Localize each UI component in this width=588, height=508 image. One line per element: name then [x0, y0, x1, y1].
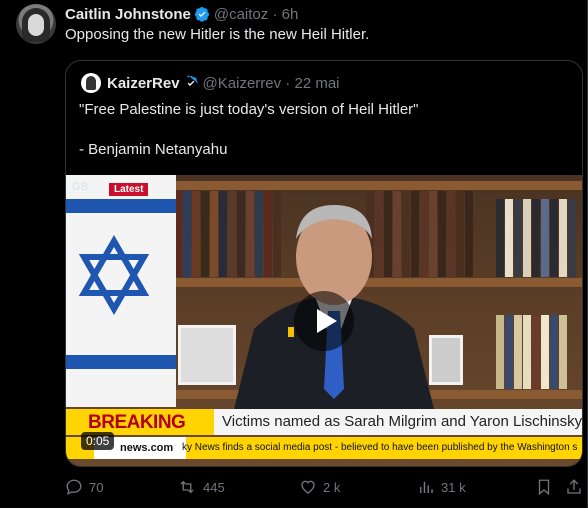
play-button[interactable]: [294, 291, 354, 351]
reply-button[interactable]: 70: [65, 478, 103, 496]
separator-dot: ·: [281, 74, 295, 92]
separator-dot: ·: [268, 5, 282, 23]
author-avatar[interactable]: [16, 4, 56, 44]
repost-icon: [180, 480, 194, 494]
share-button[interactable]: [565, 478, 588, 496]
verified-badge-icon: [186, 75, 198, 86]
quoted-header: KaizerRev @Kaizerrev · 22 mai: [81, 73, 340, 93]
avatar-face: [28, 14, 44, 36]
share-icon: [567, 479, 581, 494]
quoted-handle[interactable]: @Kaizerrev: [203, 75, 282, 92]
quoted-avatar: [81, 73, 101, 93]
quoted-tweet[interactable]: KaizerRev @Kaizerrev · 22 mai "Free Pale…: [65, 60, 583, 467]
author-name[interactable]: Caitlin Johnstone: [65, 6, 191, 23]
like-button[interactable]: 2 k: [299, 478, 340, 496]
analytics-icon: [420, 481, 433, 493]
breaking-headline: Victims named as Sarah Milgrim and Yaron…: [222, 413, 582, 430]
video-player[interactable]: GB Latest BREAKING NEWS Victims named as…: [66, 175, 582, 466]
tweet-time[interactable]: 6h: [282, 6, 299, 23]
channel-logo: GB: [72, 181, 89, 193]
repost-button[interactable]: 445: [177, 478, 225, 496]
israeli-flag: [66, 175, 176, 407]
reply-count: 70: [89, 479, 104, 495]
quoted-time[interactable]: 22 mai: [294, 75, 339, 92]
repost-count: 445: [203, 479, 225, 495]
shelf-board: [171, 181, 582, 190]
heart-icon: [301, 480, 315, 494]
star-of-david-icon: [78, 235, 150, 315]
ticker-text: ky News finds a social media post - beli…: [182, 442, 578, 453]
breaking-news-bar: BREAKING NEWS Victims named as Sarah Mil…: [66, 409, 582, 460]
like-count: 2 k: [323, 479, 341, 495]
news-ticker: news.com ky News finds a social media po…: [66, 437, 582, 459]
play-icon: [317, 309, 337, 333]
author-handle[interactable]: @caitoz: [214, 6, 268, 23]
video-duration: 0:05: [81, 432, 115, 450]
bookmark-icon: [538, 479, 550, 496]
tweet-actions: 70 445 2 k 31 k: [65, 478, 585, 500]
view-count: 31 k: [441, 479, 466, 495]
bookmark-button[interactable]: [535, 478, 559, 496]
tweet-header: Caitlin Johnstone @caitoz · 6h: [65, 4, 298, 24]
bookshelf-row: [496, 315, 568, 389]
quoted-text-line2: - Benjamin Netanyahu: [79, 141, 228, 158]
verified-badge-icon: [194, 7, 209, 22]
quoted-author-name[interactable]: KaizerRev: [107, 75, 180, 92]
bookshelf-row: [496, 199, 577, 277]
quoted-text-line1: "Free Palestine is just today's version …: [79, 101, 419, 118]
latest-badge: Latest: [109, 183, 149, 196]
tweet-text: Opposing the new Hitler is the new Heil …: [65, 26, 370, 43]
views-button[interactable]: 31 k: [417, 478, 466, 496]
reply-icon: [66, 479, 82, 496]
